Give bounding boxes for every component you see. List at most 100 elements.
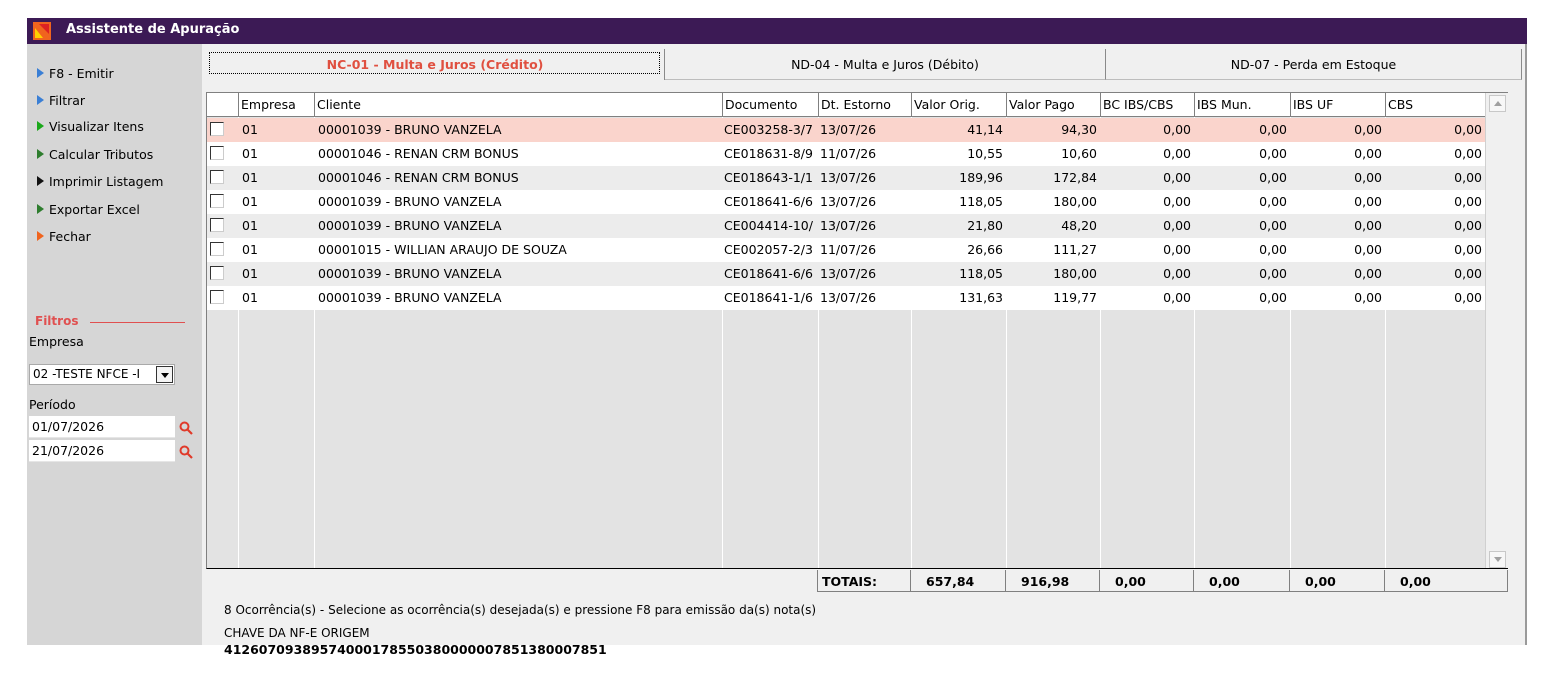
header-ibs-uf[interactable]: IBS UF — [1290, 93, 1385, 117]
table-row[interactable]: 01 00001046 - RENAN CRM BONUS CE018643-1/1… — [207, 166, 1485, 190]
arrow-right-icon — [37, 95, 44, 105]
table-row[interactable]: 01 00001039 - BRUNO VANZELA CE018641-6/6 13… — [207, 262, 1485, 286]
total-ibs-uf: 0,00 — [1289, 570, 1384, 592]
table-row[interactable]: 01 00001039 - BRUNO VANZELA CE018641-1/6 13… — [207, 286, 1485, 310]
cell-valor-pago: 180,00 — [1053, 194, 1097, 209]
tab-nd07[interactable]: ND-07 - Perda em Estoque — [1106, 49, 1522, 80]
header-valor-orig[interactable]: Valor Orig. — [911, 93, 1006, 117]
visualizar-itens-label: Visualizar Itens — [49, 118, 144, 134]
chave-label: CHAVE DA NF-E ORIGEM — [224, 626, 370, 640]
sidebar: F8 - Emitir Filtrar Visualizar Itens Cal… — [27, 44, 202, 645]
cell-dt-estorno: 11/07/26 — [820, 146, 877, 161]
window-title: Assistente de Apuração — [66, 22, 240, 37]
row-checkbox[interactable] — [210, 242, 224, 256]
header-cbs[interactable]: CBS — [1385, 93, 1485, 117]
cell-dt-estorno: 13/07/26 — [820, 290, 877, 305]
cell-documento: CE018641-1/6 — [724, 290, 813, 305]
total-bc-ibs-cbs: 0,00 — [1099, 570, 1193, 592]
cell-valor-orig: 118,05 — [959, 266, 1003, 281]
cell-cbs: 0,00 — [1454, 218, 1482, 233]
cell-bc-ibs-cbs: 0,00 — [1163, 266, 1191, 281]
search-icon[interactable] — [179, 421, 193, 435]
table-row[interactable]: 01 00001046 - RENAN CRM BONUS CE018631-8/9… — [207, 142, 1485, 166]
cell-empresa: 01 — [242, 122, 258, 137]
calcular-tributos-label: Calcular Tributos — [49, 146, 154, 162]
title-bar: Assistente de Apuração — [27, 18, 1527, 44]
row-checkbox[interactable] — [210, 218, 224, 232]
fechar-label: Fechar — [49, 228, 91, 244]
cell-ibs-uf: 0,00 — [1354, 266, 1382, 281]
date-from-input[interactable]: 01/07/2026 — [29, 416, 175, 438]
cell-documento: CE003258-3/7 — [724, 122, 813, 137]
filtrar-button[interactable]: Filtrar — [37, 91, 85, 109]
cell-cbs: 0,00 — [1454, 170, 1482, 185]
cell-ibs-mun: 0,00 — [1259, 218, 1287, 233]
cell-documento: CE004414-10/ — [724, 218, 813, 233]
scroll-down-icon[interactable] — [1489, 551, 1506, 568]
header-dt-estorno[interactable]: Dt. Estorno — [818, 93, 911, 117]
cell-cliente: 00001039 - BRUNO VANZELA — [318, 194, 502, 209]
tab-focus-outline — [209, 52, 660, 74]
arrow-right-icon — [37, 68, 44, 78]
header-ibs-mun[interactable]: IBS Mun. — [1194, 93, 1290, 117]
filters-divider — [90, 322, 185, 323]
scroll-up-icon[interactable] — [1489, 95, 1506, 112]
table-row[interactable]: 01 00001039 - BRUNO VANZELA CE018641-6/6 13… — [207, 190, 1485, 214]
calcular-tributos-button[interactable]: Calcular Tributos — [37, 145, 153, 163]
row-checkbox[interactable] — [210, 266, 224, 280]
visualizar-itens-button[interactable]: Visualizar Itens — [37, 117, 144, 135]
cell-valor-pago: 10,60 — [1061, 146, 1097, 161]
cell-bc-ibs-cbs: 0,00 — [1163, 146, 1191, 161]
arrow-right-icon — [37, 149, 44, 159]
cell-valor-pago: 94,30 — [1061, 122, 1097, 137]
exportar-excel-label: Exportar Excel — [49, 201, 140, 217]
cell-valor-pago: 119,77 — [1053, 290, 1097, 305]
cell-ibs-uf: 0,00 — [1354, 290, 1382, 305]
total-ibs-mun: 0,00 — [1193, 570, 1289, 592]
cell-ibs-uf: 0,00 — [1354, 218, 1382, 233]
arrow-right-icon — [37, 204, 44, 214]
empresa-select[interactable]: 02 -TESTE NFCE -I — [29, 364, 175, 385]
cell-valor-orig: 41,14 — [967, 122, 1003, 137]
tab-nd07-label: ND-07 - Perda em Estoque — [1230, 57, 1397, 72]
cell-cbs: 0,00 — [1454, 194, 1482, 209]
date-to-input[interactable]: 21/07/2026 — [29, 440, 175, 462]
search-icon[interactable] — [179, 445, 193, 459]
chevron-down-icon[interactable] — [156, 366, 173, 383]
fechar-button[interactable]: Fechar — [37, 227, 91, 245]
cell-empresa: 01 — [242, 170, 258, 185]
app-window: Assistente de Apuração F8 - Emitir Filtr… — [27, 18, 1527, 657]
cell-bc-ibs-cbs: 0,00 — [1163, 122, 1191, 137]
row-checkbox[interactable] — [210, 170, 224, 184]
cell-cliente: 00001039 - BRUNO VANZELA — [318, 122, 502, 137]
row-checkbox[interactable] — [210, 194, 224, 208]
status-text: 8 Ocorrência(s) - Selecione as ocorrênci… — [224, 603, 817, 617]
cell-ibs-mun: 0,00 — [1259, 290, 1287, 305]
imprimir-listagem-button[interactable]: Imprimir Listagem — [37, 172, 163, 190]
tab-nc01[interactable]: NC-01 - Multa e Juros (Crédito) — [206, 49, 665, 80]
table-row[interactable]: 01 00001039 - BRUNO VANZELA CE003258-3/7 13… — [207, 118, 1485, 142]
header-empresa[interactable]: Empresa — [238, 93, 314, 117]
table-row[interactable]: 01 00001039 - BRUNO VANZELA CE004414-10/13… — [207, 214, 1485, 238]
cell-cliente: 00001046 - RENAN CRM BONUS — [318, 146, 519, 161]
emitir-label: F8 - Emitir — [49, 65, 114, 81]
row-checkbox[interactable] — [210, 290, 224, 304]
exportar-excel-button[interactable]: Exportar Excel — [37, 200, 140, 218]
cell-cbs: 0,00 — [1454, 146, 1482, 161]
emitir-button[interactable]: F8 - Emitir — [37, 64, 114, 82]
row-checkbox[interactable] — [210, 122, 224, 136]
cell-documento: CE018641-6/6 — [724, 194, 813, 209]
header-valor-pago[interactable]: Valor Pago — [1006, 93, 1100, 117]
cell-bc-ibs-cbs: 0,00 — [1163, 170, 1191, 185]
row-checkbox[interactable] — [210, 146, 224, 160]
vertical-scrollbar[interactable] — [1485, 93, 1508, 568]
header-bc-ibs-cbs[interactable]: BC IBS/CBS — [1100, 93, 1194, 117]
cell-valor-pago: 180,00 — [1053, 266, 1097, 281]
tab-nd04[interactable]: ND-04 - Multa e Juros (Débito) — [665, 49, 1106, 80]
table-row[interactable]: 01 00001015 - WILLIAN ARAUJO DE SOUZA CE00… — [207, 238, 1485, 262]
cell-ibs-mun: 0,00 — [1259, 122, 1287, 137]
header-check[interactable] — [207, 93, 238, 117]
header-documento[interactable]: Documento — [722, 93, 818, 117]
cell-bc-ibs-cbs: 0,00 — [1163, 290, 1191, 305]
header-cliente[interactable]: Cliente — [314, 93, 722, 117]
